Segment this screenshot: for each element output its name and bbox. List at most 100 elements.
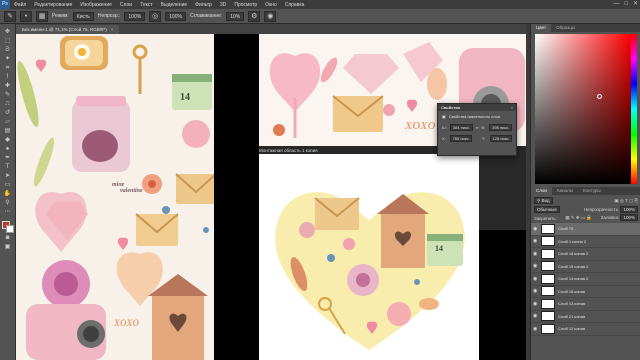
layer-opacity-label: Непрозрачность: [583,206,620,212]
link-icon[interactable]: ∞ [476,125,479,130]
layer-filter-select[interactable]: ⚲ Вид [534,197,553,204]
hue-slider[interactable] [631,34,637,184]
tab-color[interactable]: Цвет [531,24,552,32]
layers-panel: Слои Каналы Контуры ⚲ Вид ▣ ◎ T ▢ ⎘ Обыч… [531,187,640,360]
document-tab[interactable]: Без имени-1 @ 71,1% (Слой 75, RGB/8*) × [16,25,120,34]
menu-help[interactable]: Справка [281,2,309,8]
lasso-tool-icon[interactable]: ᘐ [2,46,13,54]
type-tool-icon[interactable]: T [2,163,13,171]
brush-tool-icon[interactable]: ✎ [2,91,13,99]
brush-tool-preset-icon[interactable]: ✎ [4,10,16,22]
menu-filter[interactable]: Фильтр [191,2,216,8]
menu-window[interactable]: Окно [261,2,281,8]
maximize-button[interactable]: □ [624,0,628,9]
smoothing-settings-icon[interactable]: ⚙ [248,10,261,22]
layer-opacity-input[interactable]: 100% [620,205,638,213]
menu-layers[interactable]: Слои [116,2,136,8]
eye-icon[interactable]: ◉ [533,276,538,282]
pen-tool-icon[interactable]: ✒ [2,154,13,162]
tab-swatches[interactable]: Образцы [551,24,580,32]
mode-select[interactable]: Кисть [72,11,94,21]
layer-row[interactable]: ◉ Слой 12 копия [531,323,640,336]
eye-icon[interactable]: ◉ [533,326,538,332]
eye-icon[interactable]: ◉ [533,251,538,257]
smoothing-input[interactable]: 10% [226,11,245,21]
layer-row[interactable]: ◉ Слой 75 [531,223,640,236]
canvas-gap-black-2 [479,230,526,360]
eye-icon[interactable]: ◉ [533,238,538,244]
blend-mode-select[interactable]: Обычные [534,206,560,213]
menu-3d[interactable]: 3D [216,2,230,8]
layer-row[interactable]: ◉ Слой 18 копия 2 [531,248,640,261]
layer-row[interactable]: ◉ Слой 13 копия [531,298,640,311]
more-tools-icon[interactable]: ⋯ [2,208,13,216]
color-swatches[interactable] [1,221,14,233]
background-color[interactable] [5,225,14,233]
layer-row[interactable]: ◉ Слой 15 копия 2 [531,261,640,273]
shape-tool-icon[interactable]: ▭ [2,181,13,189]
eye-icon[interactable]: ◉ [533,301,538,307]
menu-select[interactable]: Выделение [157,2,192,8]
width-input[interactable]: 384 пикс. [449,124,473,131]
crop-tool-icon[interactable]: ⌗ [2,64,13,72]
move-tool-icon[interactable]: ✥ [2,28,13,36]
menu-view[interactable]: Просмотр [230,2,261,8]
artboard-heart[interactable]: 14 [259,154,479,360]
properties-subtitle: Свойства пиксельного слоя [448,114,501,119]
layer-row[interactable]: ◉ Слой 16 копия [531,286,640,298]
right-panel-dock: Цвет Образцы Слои Каналы Контуры ⚲ Вид ▣… [530,24,640,360]
layer-row[interactable]: ◉ Слой 21 копия [531,311,640,323]
lock-icons[interactable]: ▦ ✎ ✥ ▭ 🔒 [565,215,592,221]
pressure-size-icon[interactable]: ◉ [264,10,277,22]
layer-row[interactable]: ◉ Слой 1 копия 2 [531,236,640,248]
zoom-tool-icon[interactable]: ⚲ [2,199,13,207]
brush-panel-icon[interactable]: ▦ [36,10,48,22]
menu-image[interactable]: Изображение [76,2,116,8]
x-input[interactable]: 765 пикс. [449,135,473,142]
pressure-opacity-icon[interactable]: ◎ [149,10,162,22]
eraser-tool-icon[interactable]: ▱ [2,118,13,126]
marquee-tool-icon[interactable]: ⬚ [2,37,13,45]
close-tab-icon[interactable]: × [111,27,114,32]
healing-tool-icon[interactable]: ✚ [2,82,13,90]
artboard-label[interactable]: Монтажная область 1 копия [259,148,318,153]
artboard-left[interactable]: mine valentine 14 XOXO [16,34,214,360]
color-picker-field[interactable] [535,34,631,184]
quick-mask-icon[interactable]: ◙ [2,234,13,242]
eyedropper-tool-icon[interactable]: ⌇ [2,73,13,81]
pressure-input[interactable]: 100% [165,11,186,21]
y-input[interactable]: 126 пикс. [489,135,512,142]
tab-layers[interactable]: Слои [531,187,552,195]
screen-mode-icon[interactable]: ▣ [2,243,13,251]
quick-select-tool-icon[interactable]: ✦ [2,55,13,63]
canvas-workspace[interactable]: mine valentine 14 XOXO XOXO Монтажная об… [16,34,526,360]
eye-icon[interactable]: ◉ [533,263,538,269]
layer-row[interactable]: ◉ Слой 14 копия 2 [531,273,640,286]
color-picker-handle[interactable] [597,94,602,99]
hand-tool-icon[interactable]: ✋ [2,190,13,198]
menu-file[interactable]: Файл [10,2,30,8]
height-input[interactable]: 398 пикс. [489,124,512,131]
fill-input[interactable]: 100% [620,214,638,221]
path-select-tool-icon[interactable]: ➤ [2,172,13,180]
blur-tool-icon[interactable]: ◆ [2,136,13,144]
dodge-tool-icon[interactable]: ● [2,145,13,153]
stamp-tool-icon[interactable]: ⎍ [2,100,13,108]
tab-channels[interactable]: Каналы [552,187,578,195]
options-bar: ✎ • ▦ Режим: Кисть Непрозр.: 100% ◎ 100%… [0,9,640,24]
tab-paths[interactable]: Контуры [578,187,606,195]
collapse-panel-icon[interactable]: » [511,104,516,111]
menu-edit[interactable]: Редактирование [30,2,76,8]
mode-label: Режим: [52,13,69,19]
opacity-input[interactable]: 100% [124,11,146,21]
brush-size-icon[interactable]: • [20,10,32,22]
menu-type[interactable]: Текст [136,2,157,8]
gradient-tool-icon[interactable]: ▤ [2,127,13,135]
eye-icon[interactable]: ◉ [533,313,538,319]
filter-icons[interactable]: ▣ ◎ T ▢ ⎘ [614,198,638,204]
history-brush-icon[interactable]: ↺ [2,109,13,117]
minimize-button[interactable]: — [613,0,619,9]
close-window-button[interactable]: ✕ [633,0,638,9]
eye-icon[interactable]: ◉ [533,226,538,232]
eye-icon[interactable]: ◉ [533,288,538,294]
